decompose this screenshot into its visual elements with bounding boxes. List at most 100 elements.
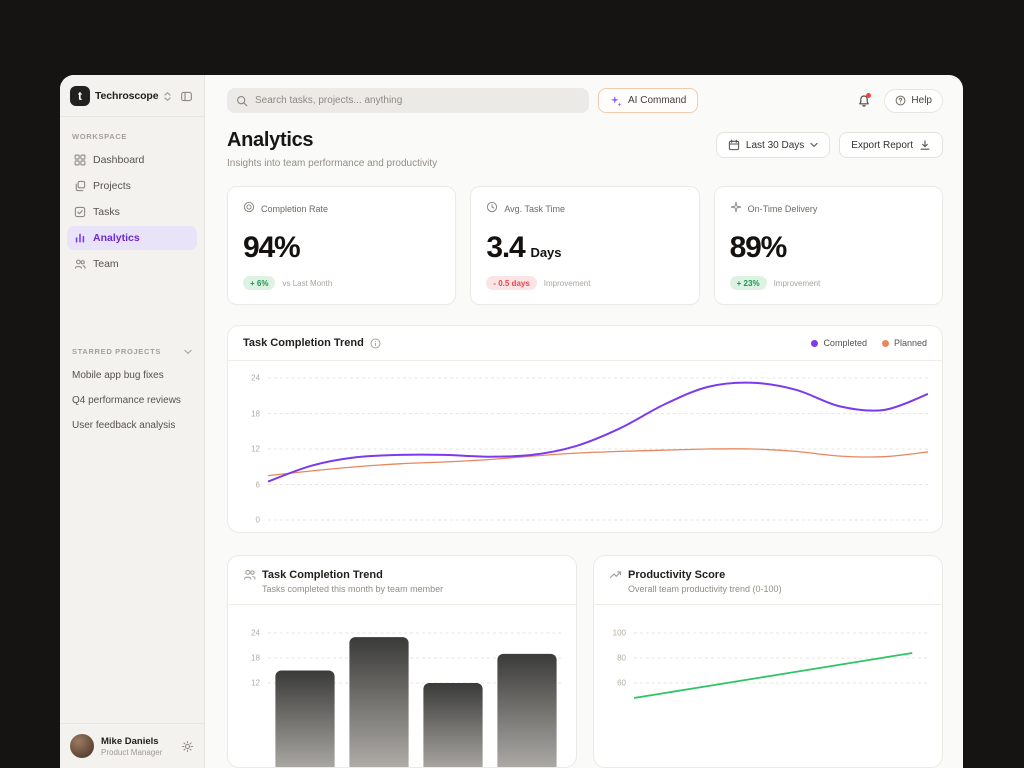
- info-icon[interactable]: [370, 338, 381, 349]
- sidebar-item-projects[interactable]: Projects: [67, 174, 197, 198]
- chevron-down-icon: [184, 349, 192, 355]
- status-badge: + 23%: [729, 276, 767, 290]
- users-icon: [243, 568, 256, 581]
- trend-line-chart: [268, 374, 928, 524]
- member-bar-chart: [268, 617, 564, 767]
- sidebar-item-team[interactable]: Team: [67, 252, 197, 276]
- sidebar-nav: Dashboard Projects Tasks Analytics Team: [60, 148, 204, 278]
- date-range-label: Last 30 Days: [745, 139, 805, 151]
- analytics-icon: [74, 232, 86, 244]
- sidebar-item-label: Dashboard: [93, 154, 145, 166]
- sidebar-item-analytics[interactable]: Analytics: [67, 226, 197, 250]
- legend-label: Completed: [823, 338, 867, 348]
- stat-card-completion-rate: Completion Rate 94% + 6% vs Last Month: [227, 186, 457, 305]
- user-profile[interactable]: Mike Daniels Product Manager: [60, 723, 204, 768]
- status-badge: + 6%: [243, 276, 276, 290]
- user-role: Product Manager: [101, 747, 163, 757]
- stat-note: vs Last Month: [282, 278, 333, 288]
- sparkle-icon: [730, 200, 742, 218]
- sidebar-item-label: Tasks: [93, 206, 120, 218]
- x-tick-label: Week 4: [897, 531, 924, 532]
- starred-section-label[interactable]: STARRED PROJECTS: [60, 332, 204, 363]
- stat-card-avg-task-time: Avg. Task Time 3.4 Days - 0.5 days Impro…: [470, 186, 700, 305]
- chart-svg: [268, 377, 928, 521]
- date-range-button[interactable]: Last 30 Days: [715, 132, 831, 158]
- target-icon: [243, 200, 255, 218]
- starred-projects-section: STARRED PROJECTS Mobile app bug fixes Q4…: [60, 332, 204, 438]
- user-name: Mike Daniels: [101, 735, 159, 747]
- y-tick-label: 60: [617, 678, 626, 688]
- page-heading: Analytics Insights into team performance…: [227, 129, 437, 169]
- legend-item-completed[interactable]: Completed: [811, 338, 867, 348]
- stat-note: Improvement: [773, 278, 821, 288]
- x-tick-label: Week 1: [268, 531, 295, 532]
- help-icon: [895, 95, 906, 106]
- starred-item[interactable]: Q4 performance reviews: [60, 388, 204, 413]
- starred-item[interactable]: Mobile app bug fixes: [60, 363, 204, 388]
- download-icon: [919, 139, 931, 151]
- tasks-by-member-card: Task Completion Trend Tasks completed th…: [227, 555, 577, 768]
- stat-card-on-time-delivery: On-Time Delivery 89% + 23% Improvement: [713, 186, 943, 305]
- stat-label: On-Time Delivery: [747, 204, 818, 214]
- workspace-section-label: WORKSPACE: [72, 132, 128, 141]
- y-tick-label: 12: [251, 444, 260, 454]
- y-tick-label: 18: [251, 409, 260, 418]
- sidebar-item-tasks[interactable]: Tasks: [67, 200, 197, 224]
- search-input[interactable]: [255, 95, 580, 106]
- notifications-bell-icon[interactable]: [857, 92, 872, 108]
- stat-label: Avg. Task Time: [504, 204, 566, 214]
- projects-icon: [74, 180, 86, 192]
- page-subtitle: Insights into team performance and produ…: [227, 158, 438, 169]
- status-badge: - 0.5 days: [486, 276, 537, 290]
- y-tick-label: 12: [251, 678, 260, 688]
- chart-svg: [634, 632, 930, 699]
- clock-icon: [486, 200, 498, 218]
- y-tick-label: 24: [251, 628, 260, 638]
- ai-command-label: AI Command: [628, 95, 687, 106]
- chevron-down-icon: [810, 142, 818, 148]
- export-report-button[interactable]: Export Report: [839, 132, 943, 158]
- y-tick-label: 6: [255, 480, 260, 489]
- productivity-score-card: Productivity Score Overall team producti…: [593, 555, 943, 768]
- sparkles-icon: [610, 95, 622, 107]
- logo-letter: t: [78, 89, 82, 103]
- search-box[interactable]: [227, 88, 589, 113]
- sidebar-item-label: Projects: [93, 180, 131, 192]
- starred-label-text: STARRED PROJECTS: [72, 347, 162, 356]
- y-axis-labels: 100 80 60: [604, 617, 626, 767]
- legend-dot-completed: [811, 339, 819, 347]
- legend-dot-planned: [881, 339, 889, 347]
- y-tick-label: 80: [617, 653, 626, 663]
- y-tick-label: 0: [255, 515, 260, 525]
- x-tick-label: Week 2: [473, 531, 500, 532]
- page-actions: Last 30 Days Export Report: [715, 132, 943, 169]
- topbar: AI Command Help: [205, 75, 963, 113]
- stat-cards: Completion Rate 94% + 6% vs Last Month A…: [205, 186, 963, 305]
- sidebar-item-dashboard[interactable]: Dashboard: [67, 148, 197, 172]
- app-window: t Techroscope WORKSPACE Dashboard Projec…: [60, 75, 963, 768]
- stat-value: 3.4: [486, 231, 525, 264]
- ai-command-button[interactable]: AI Command: [598, 88, 699, 113]
- legend-label: Planned: [893, 338, 927, 348]
- trending-up-icon: [609, 568, 622, 581]
- x-axis-labels: Week 1 Week 2 Week 3 Week 4: [268, 524, 924, 532]
- legend-item-planned[interactable]: Planned: [881, 338, 927, 348]
- chart-svg: [268, 632, 564, 767]
- card-title: Productivity Score: [628, 568, 726, 581]
- help-button[interactable]: Help: [884, 88, 943, 113]
- stat-value: 94%: [243, 231, 301, 264]
- workspace-switcher-icon[interactable]: [163, 91, 172, 102]
- card-subtitle: Tasks completed this month by team membe…: [262, 584, 444, 594]
- export-label: Export Report: [851, 139, 913, 151]
- y-tick-label: 24: [251, 373, 260, 383]
- y-tick-label: 18: [251, 653, 260, 663]
- starred-item[interactable]: User feedback analysis: [60, 413, 204, 438]
- team-icon: [74, 258, 86, 270]
- app-name: Techroscope: [95, 90, 159, 102]
- help-label: Help: [911, 95, 932, 106]
- sidebar-collapse-icon[interactable]: [178, 88, 195, 105]
- avatar: [70, 734, 94, 758]
- gear-icon[interactable]: [181, 740, 194, 753]
- chart-legend: Completed Planned: [811, 338, 927, 348]
- topbar-right: Help: [857, 88, 943, 113]
